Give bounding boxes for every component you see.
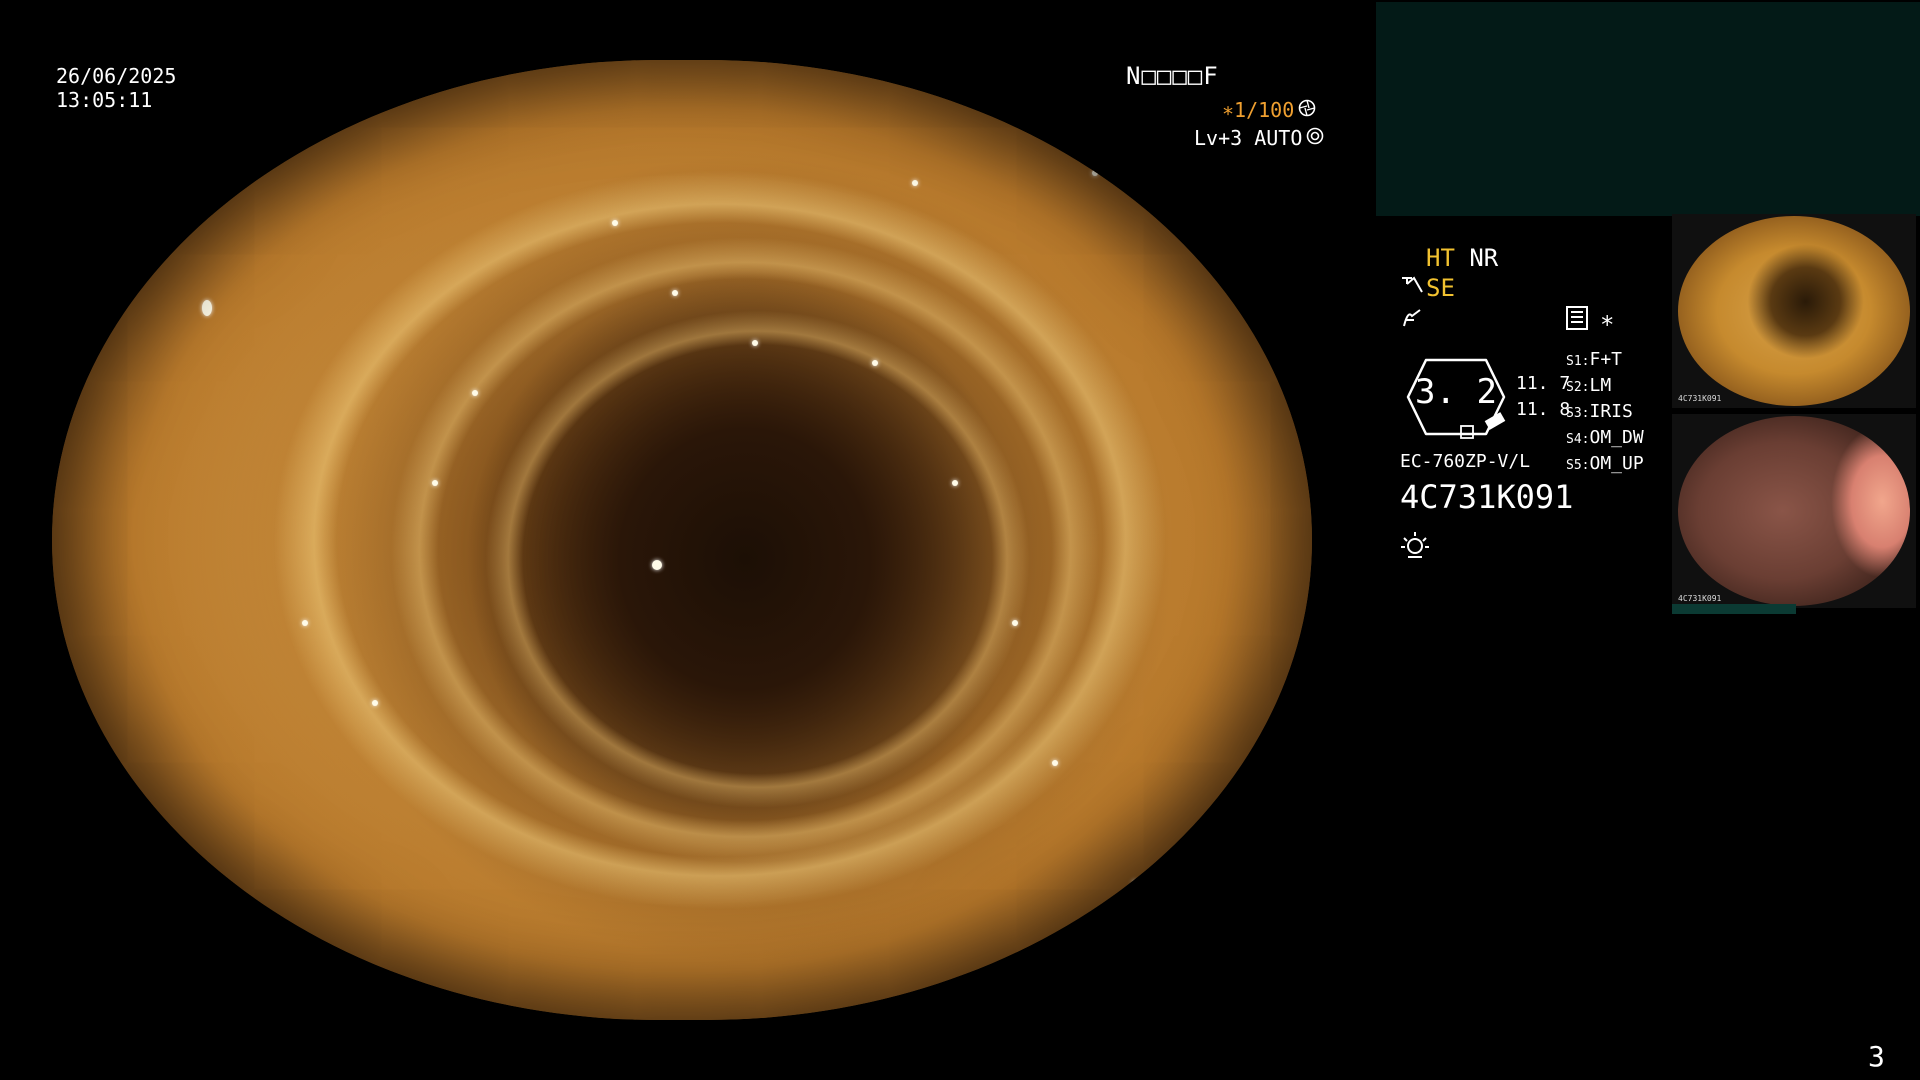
capture-thumbnail[interactable]: 4C731K091 xyxy=(1672,214,1916,408)
thumbnail-serial: 4C731K091 xyxy=(1678,394,1722,403)
page-number: 3 xyxy=(1868,1040,1885,1073)
thumbnail-image xyxy=(1678,416,1910,606)
info-panel-header xyxy=(1376,2,1920,216)
time-label: 13:05:11 xyxy=(56,88,153,112)
switch-row: S5:OM_UP xyxy=(1566,453,1644,474)
switch-row: S3:IRIS xyxy=(1566,401,1633,422)
switch-row: S4:OM_DW xyxy=(1566,427,1644,448)
auto-iris-icon xyxy=(1306,127,1324,149)
scope-serial: 4C731K091 xyxy=(1400,478,1574,516)
endoscopic-view xyxy=(52,60,1312,1020)
lamp-icon xyxy=(1400,530,1430,564)
asterisk-indicator: ∗ xyxy=(1600,306,1615,334)
memory-card-icon xyxy=(1566,306,1588,334)
light-level-indicator: Lv+3 AUTO xyxy=(1194,126,1324,150)
nr-label: NR xyxy=(1469,244,1499,272)
gauge-upper-value: 11. 7 xyxy=(1516,373,1571,394)
thumbnail-image xyxy=(1678,216,1910,406)
gauge-lower-value: 11. 8 xyxy=(1516,399,1571,420)
switch-row: S2:LM xyxy=(1566,375,1612,396)
structure-enhance-icon xyxy=(1400,274,1424,302)
zoom-value: 3. 2 xyxy=(1415,372,1497,412)
ht-nr-row: HT NR xyxy=(1426,244,1498,272)
shutter-value: ∗1/100 xyxy=(1222,98,1295,122)
patient-code: N□□□□F xyxy=(1126,62,1219,90)
freeze-icon xyxy=(1400,306,1424,334)
se-row: SE xyxy=(1400,274,1455,302)
scope-model: EC-760ZP-V/L xyxy=(1400,451,1531,472)
zoom-gauge: 3. 2 xyxy=(1400,352,1512,442)
ht-label: HT xyxy=(1426,244,1455,272)
light-level-value: Lv+3 AUTO xyxy=(1194,126,1303,150)
shutter-icon xyxy=(1298,99,1316,121)
shutter-indicator: ∗1/100 xyxy=(1222,98,1316,122)
thumbnail-serial: 4C731K091 xyxy=(1678,594,1722,603)
se-label: SE xyxy=(1426,274,1455,302)
switch-row: S1:F+T xyxy=(1566,349,1622,370)
date-label: 26/06/2025 xyxy=(56,64,177,88)
capture-thumbnail[interactable]: 4C731K091 xyxy=(1672,414,1916,608)
thumbnail-bar xyxy=(1672,604,1796,614)
switch-list: S1:F+T S2:LM S3:IRIS S4:OM_DW S5:OM_UP xyxy=(1566,348,1644,478)
